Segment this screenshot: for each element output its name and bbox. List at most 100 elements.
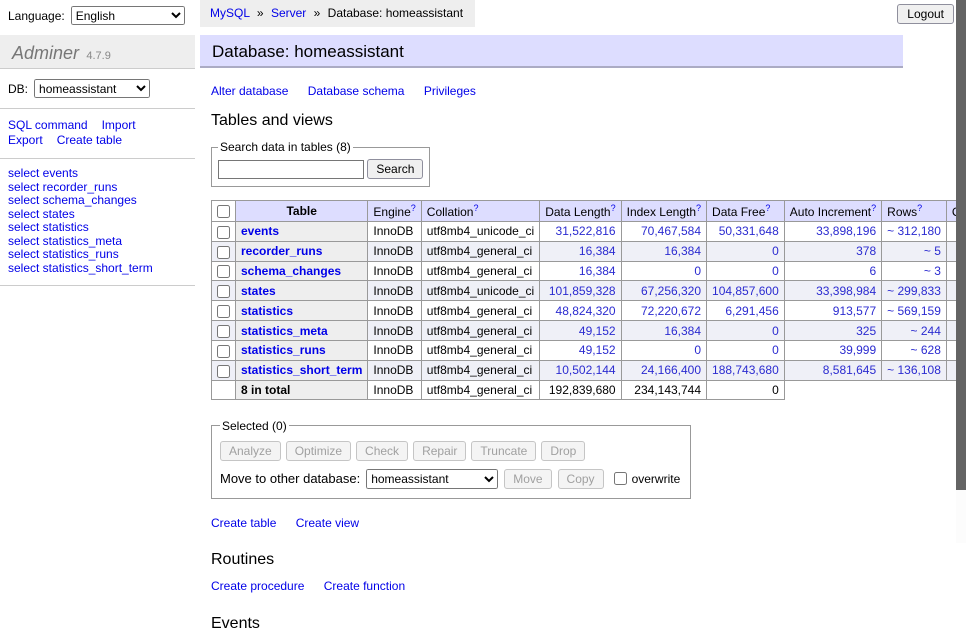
cell-auto-increment[interactable]: 33,398,984	[816, 284, 876, 298]
truncate-button[interactable]: Truncate	[471, 441, 536, 461]
cell-data-length[interactable]: 101,859,328	[549, 284, 616, 298]
drop-button[interactable]: Drop	[541, 441, 585, 461]
cell-data-length[interactable]: 48,824,320	[556, 304, 616, 318]
table-name-link[interactable]: events	[241, 224, 279, 238]
cell-data-length[interactable]: 49,152	[579, 324, 616, 338]
overwrite-checkbox[interactable]	[614, 472, 627, 485]
database-schema-link[interactable]: Database schema	[308, 84, 405, 98]
move-button[interactable]: Move	[504, 469, 551, 489]
privileges-link[interactable]: Privileges	[424, 84, 476, 98]
breadcrumb-link-mysql[interactable]: MySQL	[210, 6, 250, 20]
cell-auto-increment[interactable]: 913,577	[833, 304, 876, 318]
create-function-link[interactable]: Create function	[324, 579, 405, 593]
cell-data-length[interactable]: 31,522,816	[556, 224, 616, 238]
cell-data-free[interactable]: 50,331,648	[719, 224, 779, 238]
help-icon[interactable]: ?	[611, 203, 616, 213]
row-checkbox[interactable]	[217, 285, 230, 298]
cell-rows[interactable]: ~ 299,833	[887, 284, 941, 298]
help-icon[interactable]: ?	[696, 203, 701, 213]
cell-index-length[interactable]: 0	[694, 264, 701, 278]
cell-auto-increment[interactable]: 6	[869, 264, 876, 278]
cell-data-length[interactable]: 10,502,144	[556, 363, 616, 377]
cell-auto-increment[interactable]: 8,581,645	[823, 363, 876, 377]
optimize-button[interactable]: Optimize	[286, 441, 351, 461]
create-view-link[interactable]: Create view	[296, 516, 359, 530]
table-name-link[interactable]: statistics	[241, 304, 293, 318]
help-icon[interactable]: ?	[917, 203, 922, 213]
cell-auto-increment[interactable]: 39,999	[839, 343, 876, 357]
table-name-link[interactable]: recorder_runs	[241, 244, 322, 258]
sidebar-item-select-statistics[interactable]: select statistics	[8, 220, 89, 234]
row-checkbox[interactable]	[217, 365, 230, 378]
sidebar-item-select-statistics-runs[interactable]: select statistics_runs	[8, 247, 119, 261]
sidebar-link-import[interactable]: Import	[102, 118, 136, 132]
row-checkbox[interactable]	[217, 265, 230, 278]
sidebar-link-create-table[interactable]: Create table	[57, 133, 122, 147]
sidebar-link-export[interactable]: Export	[8, 133, 43, 147]
cell-data-length[interactable]: 16,384	[579, 244, 616, 258]
repair-button[interactable]: Repair	[413, 441, 466, 461]
cell-index-length[interactable]: 70,467,584	[641, 224, 701, 238]
cell-index-length[interactable]: 24,166,400	[641, 363, 701, 377]
select-all-checkbox[interactable]	[217, 205, 230, 218]
copy-button[interactable]: Copy	[558, 469, 604, 489]
cell-data-length[interactable]: 49,152	[579, 343, 616, 357]
language-select[interactable]: English	[71, 6, 185, 25]
sidebar-link-sql-command[interactable]: SQL command	[8, 118, 88, 132]
cell-data-free[interactable]: 104,857,600	[712, 284, 779, 298]
cell-data-free[interactable]: 0	[772, 264, 779, 278]
cell-index-length[interactable]: 67,256,320	[641, 284, 701, 298]
create-table-link[interactable]: Create table	[211, 516, 276, 530]
check-button[interactable]: Check	[356, 441, 408, 461]
cell-rows[interactable]: ~ 5	[924, 244, 941, 258]
alter-database-link[interactable]: Alter database	[211, 84, 288, 98]
help-icon[interactable]: ?	[765, 203, 770, 213]
cell-auto-increment[interactable]: 378	[856, 244, 876, 258]
db-select[interactable]: homeassistant	[34, 79, 150, 98]
vertical-scrollbar-thumb[interactable]	[956, 0, 966, 490]
cell-data-free[interactable]: 0	[772, 244, 779, 258]
row-checkbox[interactable]	[217, 325, 230, 338]
help-icon[interactable]: ?	[411, 203, 416, 213]
cell-rows[interactable]: ~ 628	[911, 343, 941, 357]
sidebar-item-select-statistics-short-term[interactable]: select statistics_short_term	[8, 261, 153, 275]
cell-index-length[interactable]: 72,220,672	[641, 304, 701, 318]
cell-data-length[interactable]: 16,384	[579, 264, 616, 278]
cell-index-length[interactable]: 16,384	[664, 324, 701, 338]
row-checkbox[interactable]	[217, 305, 230, 318]
cell-data-free[interactable]: 0	[772, 343, 779, 357]
move-database-select[interactable]: homeassistant	[366, 469, 498, 489]
cell-index-length[interactable]: 16,384	[664, 244, 701, 258]
table-name-link[interactable]: statistics_meta	[241, 324, 328, 338]
app-name[interactable]: Adminer	[12, 43, 79, 63]
sidebar-item-select-recorder-runs[interactable]: select recorder_runs	[8, 180, 117, 194]
row-checkbox[interactable]	[217, 226, 230, 239]
cell-rows[interactable]: ~ 136,108	[887, 363, 941, 377]
table-name-link[interactable]: schema_changes	[241, 264, 341, 278]
cell-data-free[interactable]: 0	[772, 324, 779, 338]
create-procedure-link[interactable]: Create procedure	[211, 579, 304, 593]
cell-auto-increment[interactable]: 33,898,196	[816, 224, 876, 238]
search-input[interactable]	[218, 160, 364, 179]
cell-data-free[interactable]: 188,743,680	[712, 363, 779, 377]
sidebar-item-select-schema-changes[interactable]: select schema_changes	[8, 193, 137, 207]
row-checkbox[interactable]	[217, 345, 230, 358]
cell-rows[interactable]: ~ 244	[911, 324, 941, 338]
help-icon[interactable]: ?	[871, 203, 876, 213]
logout-button[interactable]: Logout	[897, 4, 954, 24]
cell-rows[interactable]: ~ 312,180	[887, 224, 941, 238]
cell-data-free[interactable]: 6,291,456	[725, 304, 778, 318]
sidebar-item-select-statistics-meta[interactable]: select statistics_meta	[8, 234, 122, 248]
help-icon[interactable]: ?	[473, 203, 478, 213]
row-checkbox[interactable]	[217, 246, 230, 259]
cell-auto-increment[interactable]: 325	[856, 324, 876, 338]
table-name-link[interactable]: states	[241, 284, 276, 298]
cell-rows[interactable]: ~ 569,159	[887, 304, 941, 318]
cell-index-length[interactable]: 0	[694, 343, 701, 357]
sidebar-item-select-states[interactable]: select states	[8, 207, 75, 221]
cell-rows[interactable]: ~ 3	[924, 264, 941, 278]
table-name-link[interactable]: statistics_short_term	[241, 363, 362, 377]
sidebar-item-select-events[interactable]: select events	[8, 166, 78, 180]
search-button[interactable]: Search	[367, 159, 423, 179]
breadcrumb-link-server[interactable]: Server	[271, 6, 306, 20]
